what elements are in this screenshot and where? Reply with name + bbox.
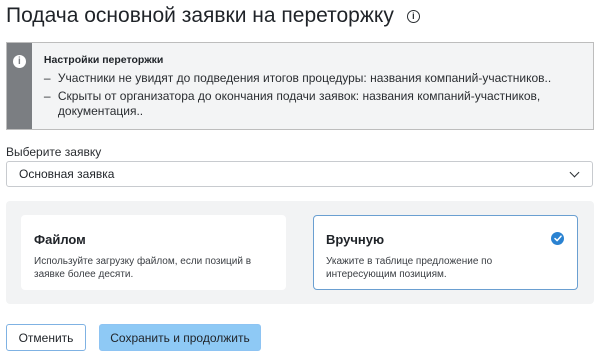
notice-side-bar: i bbox=[7, 43, 32, 129]
cancel-button[interactable]: Отменить bbox=[6, 324, 86, 351]
settings-notice: i Настройки переторжки – Участники не ув… bbox=[6, 42, 594, 130]
page-header: Подача основной заявки на переторжку i bbox=[6, 4, 420, 28]
page-title: Подача основной заявки на переторжку bbox=[6, 4, 394, 27]
chevron-down-icon bbox=[569, 167, 580, 178]
application-select-label: Выберите заявку bbox=[6, 145, 102, 159]
notice-item: – Скрыты от организатора до окончания по… bbox=[44, 89, 583, 119]
info-icon: i bbox=[12, 55, 26, 68]
notice-item-text: Участники не увидят до подведения итогов… bbox=[57, 71, 552, 85]
option-card-file[interactable]: Файлом Используйте загрузку файлом, если… bbox=[21, 215, 286, 290]
info-icon[interactable]: i bbox=[406, 9, 420, 23]
notice-item: – Участники не увидят до подведения итог… bbox=[44, 71, 583, 86]
check-icon bbox=[551, 232, 564, 245]
notice-heading: Настройки переторжки bbox=[43, 54, 164, 66]
option-title: Вручную bbox=[326, 232, 385, 247]
dash-marker: – bbox=[43, 71, 51, 85]
dash-marker: – bbox=[43, 89, 51, 103]
notice-body: Настройки переторжки – Участники не увид… bbox=[32, 43, 593, 129]
option-card-manual[interactable]: Вручную Укажите в таблице предложение по… bbox=[313, 215, 578, 290]
option-title: Файлом bbox=[34, 232, 86, 247]
notice-item-text: Скрыты от организатора до окончания пода… bbox=[57, 89, 541, 118]
submission-method-panel: Файлом Используйте загрузку файлом, если… bbox=[6, 201, 594, 304]
save-and-continue-button[interactable]: Сохранить и продолжить bbox=[99, 324, 261, 351]
option-description: Используйте загрузку файлом, если позици… bbox=[34, 256, 252, 280]
option-description: Укажите в таблице предложение по интерес… bbox=[326, 256, 493, 280]
application-select[interactable]: Основная заявка bbox=[6, 161, 593, 187]
select-value: Основная заявка bbox=[19, 167, 115, 181]
